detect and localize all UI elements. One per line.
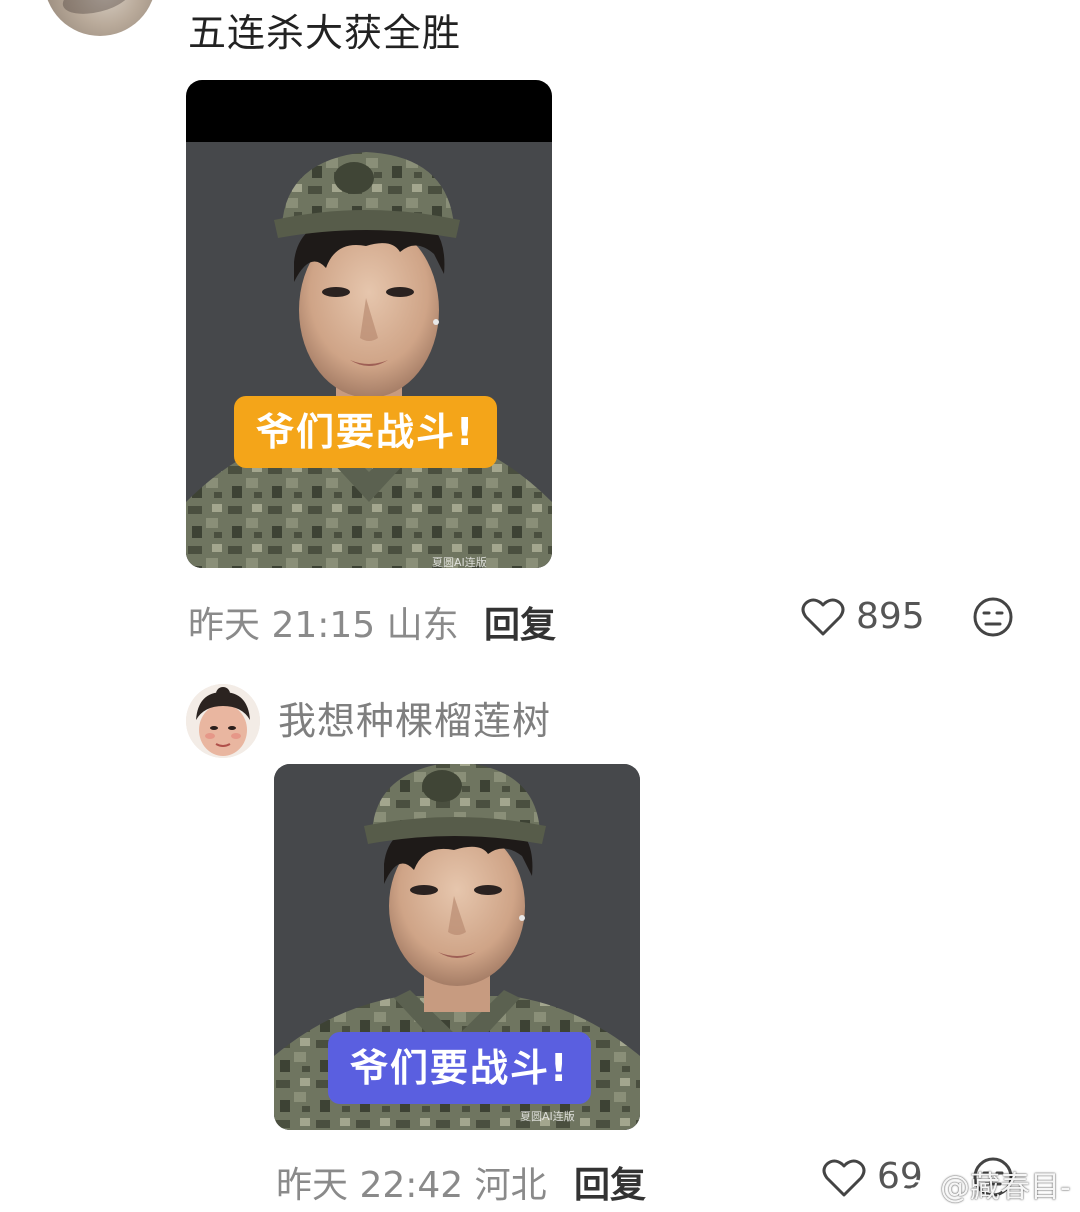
heart-icon[interactable]	[801, 597, 845, 637]
weibo-logo-icon	[900, 1176, 933, 1200]
weibo-watermark: @藏春目-	[900, 1162, 1071, 1206]
watermark-text: @藏春目-	[940, 1170, 1071, 1205]
image-caption: 爷们要战斗!	[234, 396, 498, 468]
image-watermark: 夏圆AI连版	[520, 1110, 575, 1123]
comment-text: 五连杀大获全胜	[188, 11, 462, 55]
like-count: 895	[856, 596, 925, 637]
heart-icon[interactable]	[822, 1158, 866, 1198]
comment-image[interactable]: 爷们要战斗! 夏圆AI连版	[186, 80, 552, 568]
comment-location: 山东	[386, 605, 459, 646]
username[interactable]: 我想种棵榴莲树	[278, 690, 551, 745]
reply-time: 昨天 22:42 河北	[276, 1156, 547, 1208]
comment-thread: 五连杀大获全胜 爷们要战斗! 夏圆AI连版 昨天 21:15 山东 回复 895…	[0, 0, 1080, 1212]
dislike-face-icon[interactable]	[972, 596, 1014, 638]
reply-button[interactable]: 回复	[574, 1156, 646, 1208]
image-caption: 爷们要战斗!	[328, 1032, 592, 1104]
user-avatar[interactable]	[186, 684, 260, 758]
reply-button[interactable]: 回复	[484, 596, 556, 648]
commenter-avatar[interactable]	[44, 0, 156, 36]
reply-location: 河北	[474, 1165, 547, 1206]
reply-image[interactable]: 爷们要战斗! 夏圆AI连版	[274, 764, 640, 1130]
image-content: 爷们要战斗! 夏圆AI连版	[274, 764, 640, 1130]
comment-timestamp: 昨天 21:15	[188, 605, 376, 646]
image-watermark: 夏圆AI连版	[432, 556, 487, 568]
comment-time: 昨天 21:15 山东	[188, 596, 459, 648]
avatar-face	[186, 684, 260, 758]
soldier-portrait	[186, 152, 552, 568]
reply-timestamp: 昨天 22:42	[276, 1165, 464, 1206]
image-content: 爷们要战斗! 夏圆AI连版	[186, 142, 552, 568]
